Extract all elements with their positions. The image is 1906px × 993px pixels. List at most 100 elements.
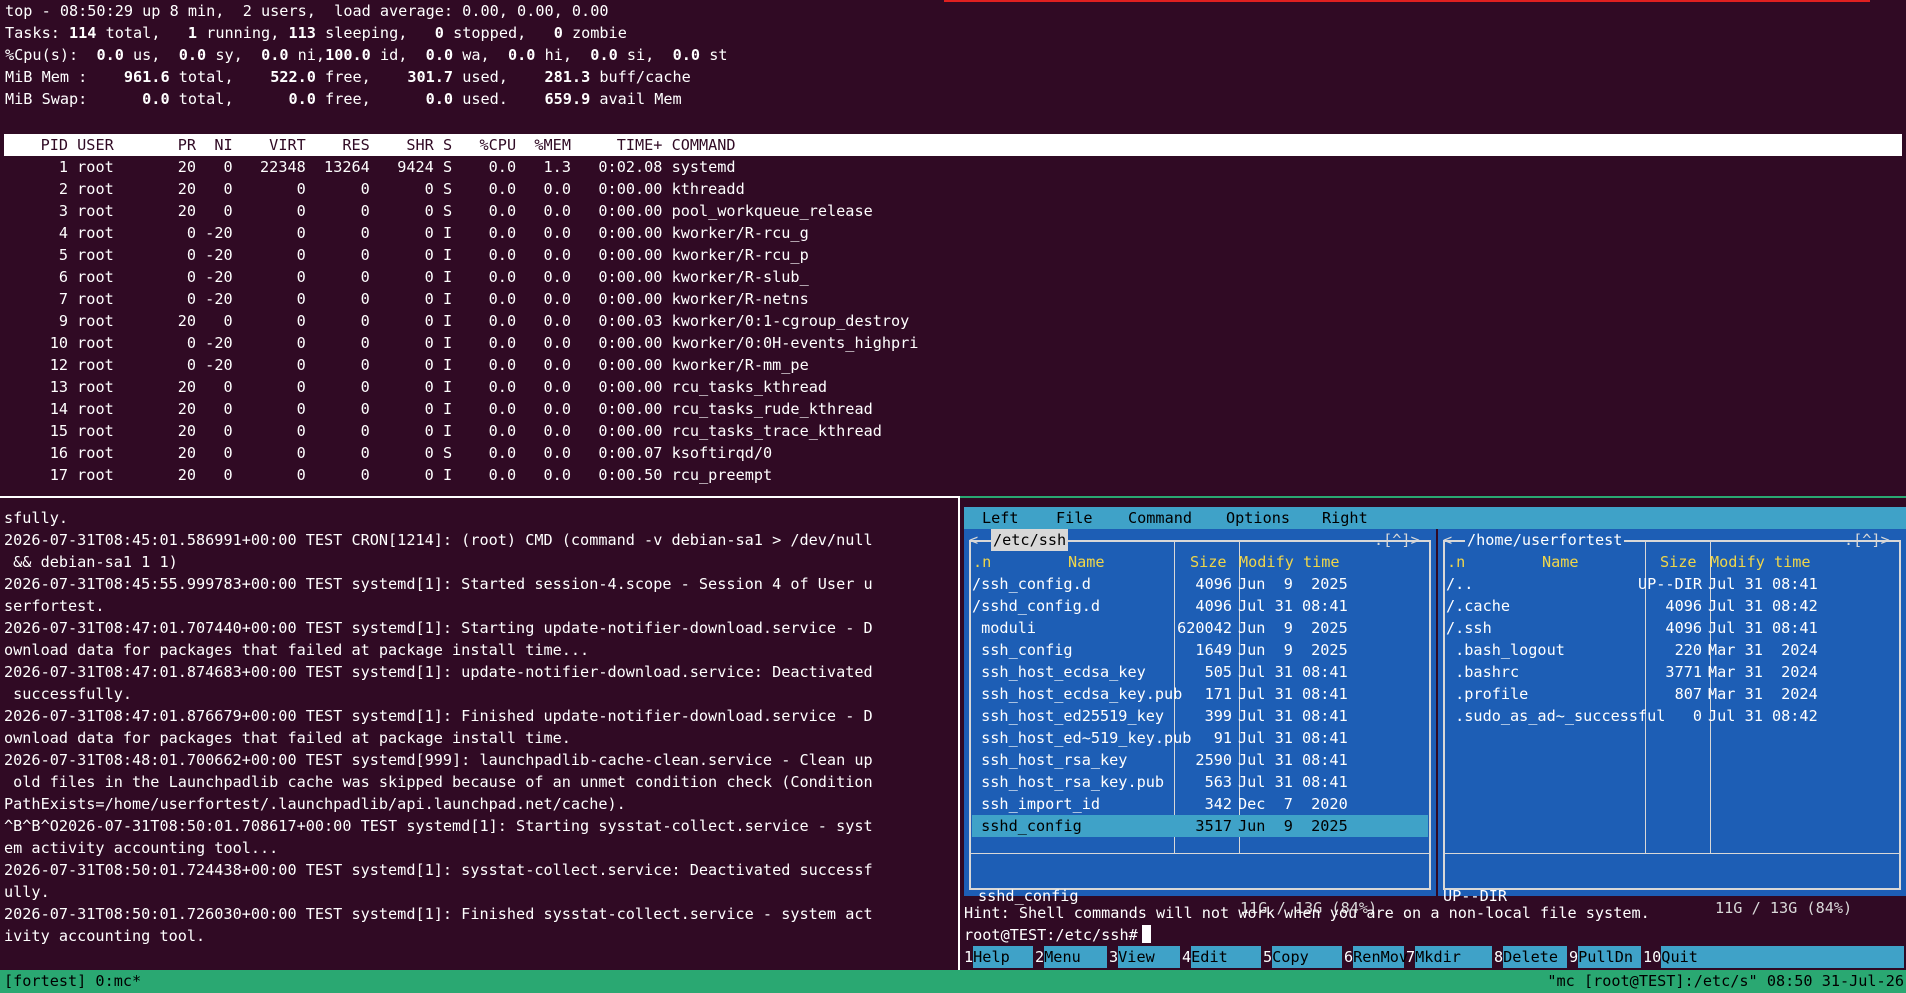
process-cell: 0.0 [461, 224, 517, 242]
list-item[interactable]: /.. UP--DIR Jul 31 08:41 [1446, 573, 1898, 595]
syslog-pane[interactable]: sfully. 2026-07-31T08:45:01.586991+00:00 … [4, 507, 956, 969]
fkey-edit-button[interactable]: 4Edit [1182, 946, 1261, 968]
fkey-view-button[interactable]: 3View [1109, 946, 1180, 968]
column-header[interactable]: S [434, 136, 461, 154]
fkey-number: 7 [1406, 948, 1416, 966]
process-cell: I [433, 356, 462, 374]
file-name: /.cache [1446, 597, 1511, 615]
list-item[interactable]: /.ssh 4096 Jul 31 08:41 [1446, 617, 1898, 639]
list-item[interactable]: ssh_host_rsa_key 2590 Jul 31 08:41 [972, 749, 1428, 771]
list-item[interactable]: sshd_config 3517 Jun 9 2025 [972, 815, 1428, 837]
list-item[interactable]: .profile 807 Mar 31 2024 [1446, 683, 1898, 705]
process-cell: 0 [196, 444, 233, 462]
fkey-delete-button[interactable]: 8Delete [1494, 946, 1567, 968]
file-size: 91 [1213, 729, 1232, 747]
menu-options[interactable]: Options [1226, 507, 1290, 529]
list-item[interactable]: .bash_logout 220 Mar 31 2024 [1446, 639, 1898, 661]
list-item[interactable]: /sshd_config.d 4096 Jul 31 08:41 [972, 595, 1428, 617]
process-cell: 0 [232, 422, 306, 440]
fkey-mkdir-button[interactable]: 7Mkdir [1406, 946, 1492, 968]
menu-right[interactable]: Right [1322, 507, 1368, 529]
file-mtime: Jun 9 2025 [1238, 641, 1348, 659]
column-header[interactable]: %MEM [516, 136, 571, 154]
file-mtime: Jul 31 08:41 [1708, 575, 1818, 593]
column-header[interactable]: %CPU [461, 136, 517, 154]
column-header[interactable]: RES [306, 136, 369, 154]
mc-hint: Hint: Shell commands will not work when … [964, 904, 1650, 922]
column-header[interactable]: NI [196, 136, 232, 154]
col-size[interactable]: Size [1190, 551, 1227, 573]
list-item[interactable]: ssh_host_ed25519_key 399 Jul 31 08:41 [972, 705, 1428, 727]
fkey-number: 5 [1263, 948, 1273, 966]
fkey-quit-button[interactable]: 10Quit [1643, 946, 1904, 968]
shell-command-line[interactable]: root@TEST:/etc/ssh# [964, 924, 1151, 946]
mc-left-panel[interactable]: <- /etc/ssh .[^]> .n Name Size Modify ti… [964, 529, 1436, 905]
process-cell: 0 [369, 466, 434, 484]
file-size: 2590 [1195, 751, 1232, 769]
process-cell: 0 [369, 312, 434, 330]
list-item[interactable]: .bashrc 3771 Mar 31 2024 [1446, 661, 1898, 683]
tmux-session-window[interactable]: [fortest] 0:mc* [4, 970, 141, 992]
column-header[interactable]: PID [4, 136, 68, 154]
process-cell: 0:02.08 [570, 158, 663, 176]
midnight-commander-pane[interactable]: Left File Command Options Right <- /etc/ssh … [960, 498, 1906, 970]
list-item[interactable]: ssh_host_ecdsa_key 505 Jul 31 08:41 [972, 661, 1428, 683]
top-pane[interactable]: top - 08:50:29 up 8 min, 2 users, load a… [0, 0, 1906, 495]
process-cell: I [433, 290, 462, 308]
process-cell: 0:00.00 [570, 334, 663, 352]
col-mtime[interactable]: Modify time [1239, 551, 1340, 573]
process-cell: 0 [305, 224, 370, 242]
process-cell: kthreadd [662, 180, 745, 198]
list-item[interactable]: /ssh_config.d 4096 Jun 9 2025 [972, 573, 1428, 595]
text-cursor [1141, 925, 1151, 943]
panel-history-right[interactable]: .[^]> [1374, 529, 1420, 551]
column-header[interactable]: TIME+ [571, 136, 663, 154]
table-row: 3 root 20 0 0 0 0 S 0.0 0.0 0:00.00 pool… [4, 200, 918, 222]
fkey-copy-button[interactable]: 5Copy [1263, 946, 1342, 968]
col-size[interactable]: Size [1660, 551, 1697, 573]
process-cell: 0.0 [461, 180, 517, 198]
summary-segment: 1 [187, 24, 198, 42]
file-mtime: Mar 31 2024 [1708, 685, 1818, 703]
column-header[interactable]: USER [68, 136, 159, 154]
list-item[interactable]: ssh_import_id 342 Dec 7 2020 [972, 793, 1428, 815]
mc-right-panel[interactable]: <- /home/userfortest .[^]> .n Name Size … [1438, 529, 1906, 905]
menu-file[interactable]: File [1056, 507, 1093, 529]
table-row: 7 root 0 -20 0 0 0 I 0.0 0.0 0:00.00 kwo… [4, 288, 918, 310]
fkey-number: 1 [964, 948, 974, 966]
panel-history-right[interactable]: .[^]> [1844, 529, 1890, 551]
column-header[interactable]: SHR [370, 136, 433, 154]
list-item[interactable]: ssh_config 1649 Jun 9 2025 [972, 639, 1428, 661]
process-cell: systemd [662, 158, 736, 176]
table-row: 5 root 0 -20 0 0 0 I 0.0 0.0 0:00.00 kwo… [4, 244, 918, 266]
panel-history-left[interactable]: <- [969, 529, 987, 551]
file-mtime: Mar 31 2024 [1708, 641, 1818, 659]
column-header[interactable]: PR [159, 136, 196, 154]
col-name[interactable]: Name [1542, 551, 1579, 573]
fkey-menu-button[interactable]: 2Menu [1035, 946, 1107, 968]
col-sort-indicator[interactable]: .n [973, 551, 991, 573]
fkey-help-button[interactable]: 1Help [964, 946, 1033, 968]
panel-history-left[interactable]: <- [1443, 529, 1461, 551]
process-cell: 0 [159, 224, 197, 242]
list-item[interactable]: /.cache 4096 Jul 31 08:42 [1446, 595, 1898, 617]
fkey-renmov-button[interactable]: 6RenMov [1344, 946, 1408, 968]
col-sort-indicator[interactable]: .n [1447, 551, 1465, 573]
process-cell: 0 [232, 268, 306, 286]
column-header[interactable]: VIRT [233, 136, 306, 154]
column-header[interactable]: COMMAND [662, 136, 736, 154]
list-item[interactable]: ssh_host_ecdsa_key.pub 171 Jul 31 08:41 [972, 683, 1428, 705]
col-mtime[interactable]: Modify time [1710, 551, 1811, 573]
fkey-pulldn-button[interactable]: 9PullDn [1569, 946, 1641, 968]
menu-command[interactable]: Command [1128, 507, 1192, 529]
list-item[interactable]: .sudo_as_ad~_successful 0 Jul 31 08:42 [1446, 705, 1898, 727]
menu-left[interactable]: Left [982, 507, 1019, 529]
list-item[interactable]: ssh_host_ed~519_key.pub 91 Jul 31 08:41 [972, 727, 1428, 749]
log-line: ownload data for packages that failed at… [4, 729, 571, 747]
file-size: 220 [1674, 641, 1702, 659]
col-name[interactable]: Name [1068, 551, 1105, 573]
process-cell: 0.0 [461, 246, 517, 264]
list-item[interactable]: ssh_host_rsa_key.pub 563 Jul 31 08:41 [972, 771, 1428, 793]
list-item[interactable]: moduli 620042 Jun 9 2025 [972, 617, 1428, 639]
file-size: 0 [1692, 707, 1702, 725]
